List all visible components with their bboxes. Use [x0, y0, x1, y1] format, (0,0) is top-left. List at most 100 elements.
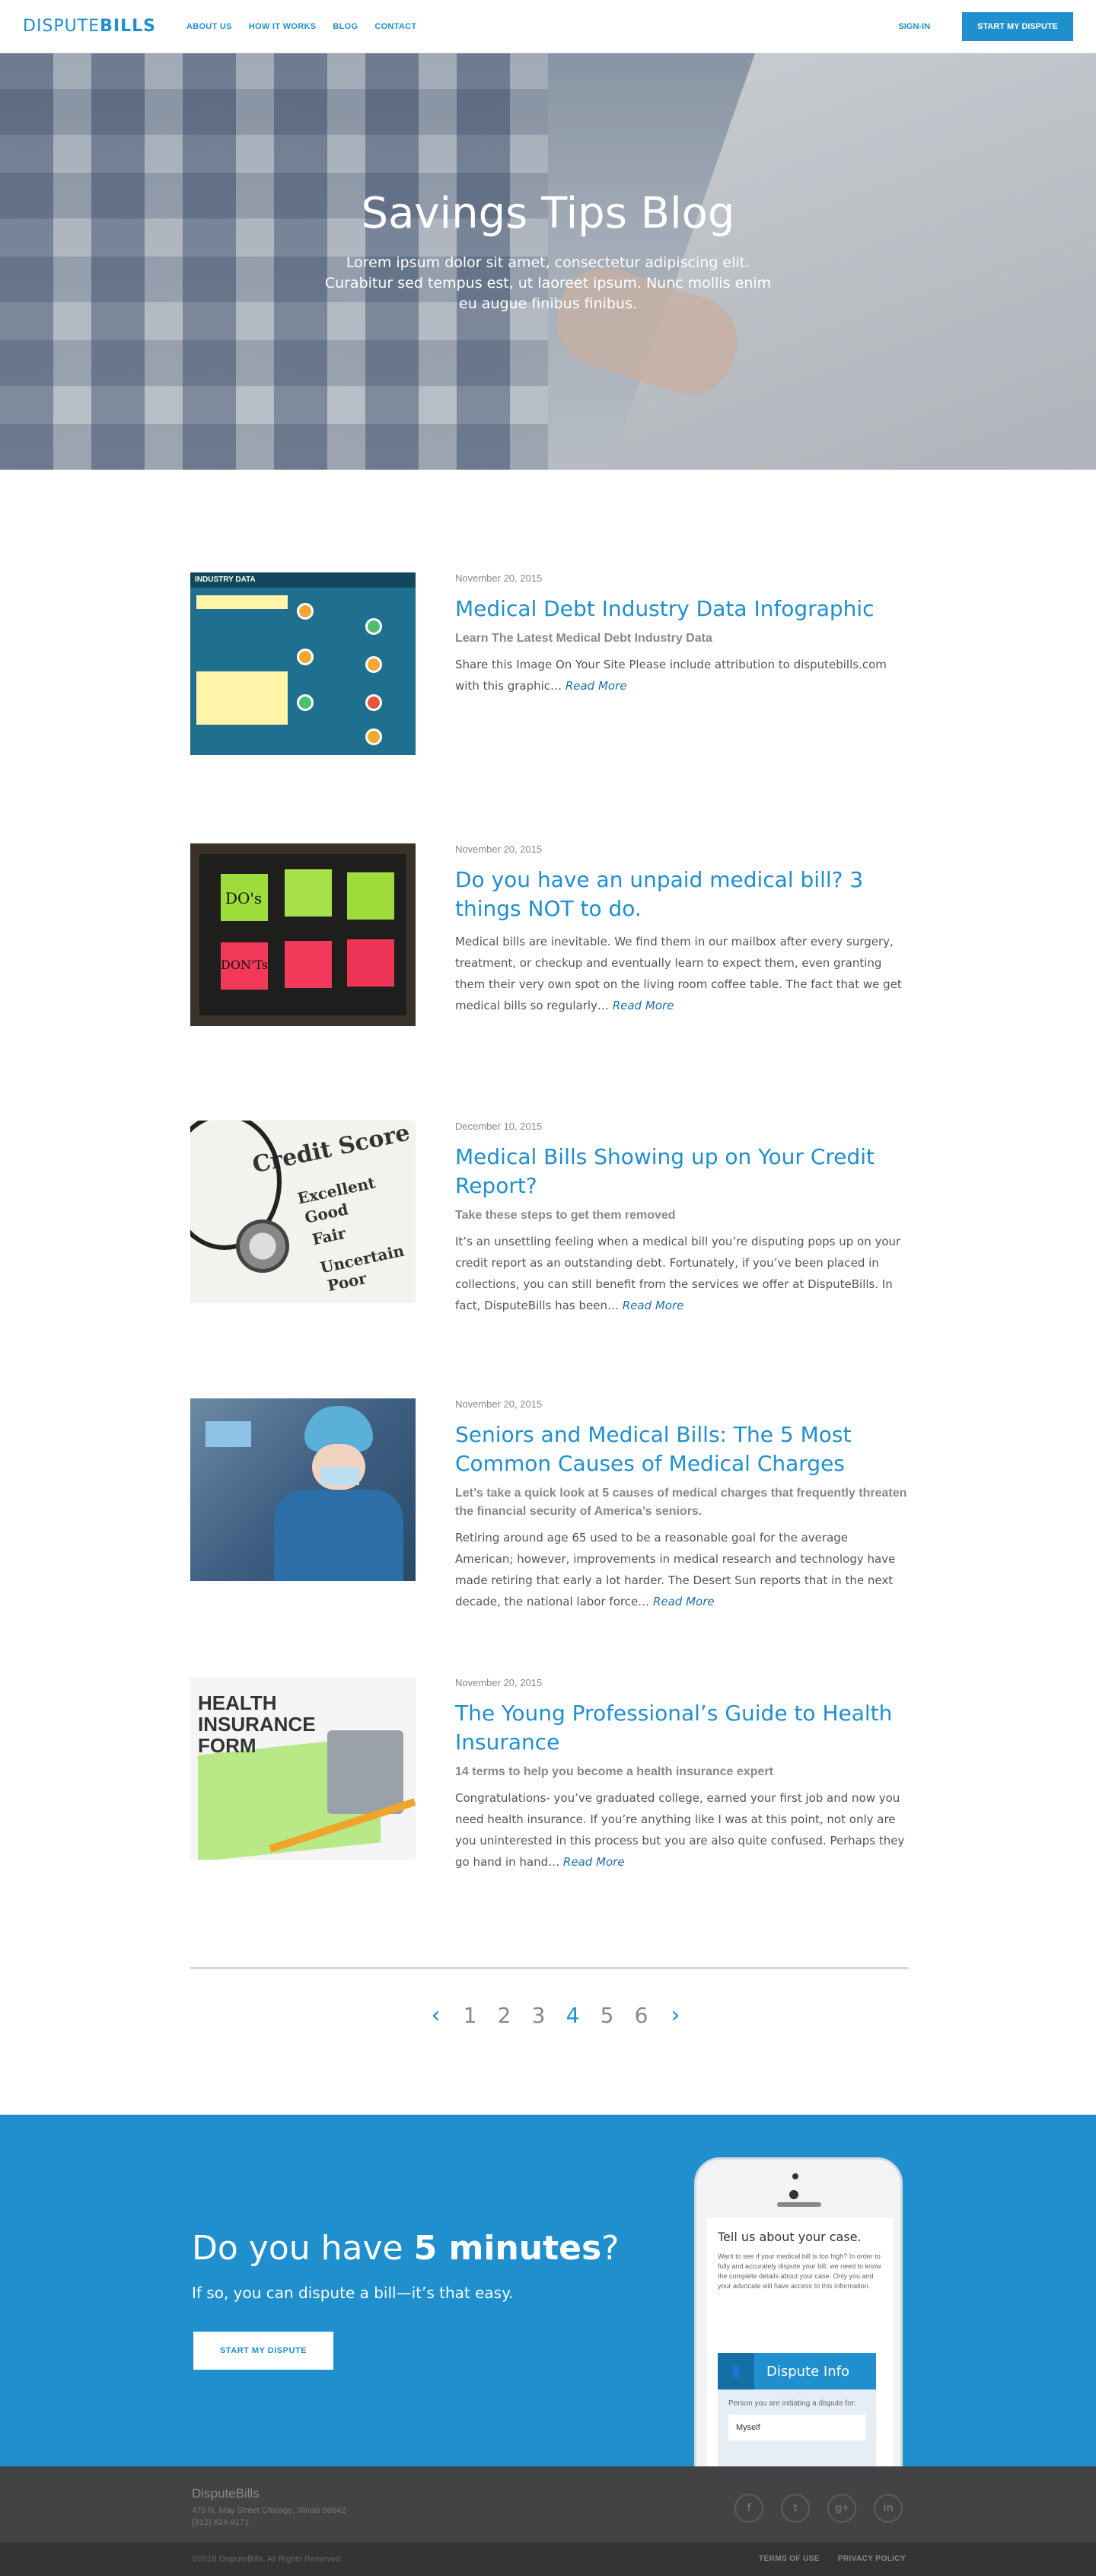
post-title[interactable]: Medical Bills Showing up on Your Credit … — [455, 1143, 909, 1200]
logo[interactable]: DISPUTEBILLS — [23, 17, 156, 36]
hero-title: Savings Tips Blog — [361, 189, 735, 238]
dos-label: DO's — [225, 889, 263, 907]
pagination-page[interactable]: 6 — [624, 2003, 658, 2028]
read-more-link[interactable]: Read More — [563, 1855, 625, 1869]
cta-heading: Do you have 5 minutes? — [192, 2229, 620, 2268]
post-date: December 10, 2015 — [455, 1121, 543, 1132]
google-plus-icon[interactable]: g+ — [827, 2494, 856, 2523]
post-thumbnail-surgeon[interactable] — [190, 1398, 416, 1581]
post-date: November 20, 2015 — [455, 1677, 543, 1688]
infographic-icon — [365, 694, 382, 711]
nav-about-us[interactable]: ABOUT US — [186, 22, 232, 31]
excerpt-text: Medical bills are inevitable. We find th… — [455, 935, 902, 1012]
insurance-form-title: HEALTH INSURANCE FORM — [198, 1691, 316, 1757]
post-excerpt: Congratulations- you’ve graduated colleg… — [455, 1787, 909, 1873]
facebook-icon[interactable]: f — [734, 2494, 763, 2523]
post-subtitle: Learn The Latest Medical Debt Industry D… — [455, 632, 712, 645]
post-title[interactable]: Seniors and Medical Bills: The 5 Most Co… — [455, 1420, 909, 1478]
cta-section: Do you have 5 minutes? If so, you can di… — [0, 2115, 1096, 2466]
site-header: DISPUTEBILLS ABOUT US HOW IT WORKS BLOG … — [0, 0, 1096, 53]
post-thumbnail-insurance-form[interactable]: HEALTH INSURANCE FORM — [190, 1677, 416, 1860]
pagination-page[interactable]: 5 — [590, 2003, 624, 2028]
surgical-gown — [274, 1490, 403, 1581]
pagination-page[interactable]: 1 — [453, 2003, 487, 2028]
cta-heading-bold: 5 minutes — [413, 2229, 602, 2268]
post-title[interactable]: The Young Professional’s Guide to Health… — [455, 1699, 909, 1757]
dispute-for-select[interactable]: Myself — [728, 2415, 865, 2441]
post-subtitle: Let’s take a quick look at 5 causes of m… — [455, 1487, 907, 1518]
sticky-note — [285, 941, 332, 988]
calculator — [327, 1730, 403, 1814]
post-body: November 20, 2015 Do you have an unpaid … — [455, 843, 909, 1016]
infographic-icon — [297, 694, 314, 711]
phone-mockup: Tell us about your case. Want to see if … — [694, 2157, 903, 2466]
phone-camera — [792, 2173, 798, 2179]
nav-how-it-works[interactable]: HOW IT WORKS — [249, 22, 317, 31]
infographic-icon — [297, 649, 314, 665]
infographic-block — [196, 595, 288, 609]
infographic-header: INDUSTRY DATA — [190, 572, 416, 588]
phone-speaker — [777, 2202, 821, 2207]
privacy-policy-link[interactable]: PRIVACY POLICY — [838, 2555, 906, 2563]
monitor-screen — [206, 1421, 251, 1447]
cta-heading-pre: Do you have — [192, 2229, 414, 2268]
post-body: November 20, 2015 The Young Professional… — [455, 1677, 909, 1873]
excerpt-text: Share this Image On Your Site Please inc… — [455, 658, 887, 693]
hero-subtitle: Lorem ipsum dolor sit amet, consectetur … — [324, 254, 772, 312]
sticky-note — [347, 872, 394, 920]
phone-question: Tell us about your case. — [718, 2230, 862, 2244]
footer-links: TERMS OF USE PRIVACY POLICY — [759, 2555, 906, 2563]
post-excerpt: Share this Image On Your Site Please inc… — [455, 654, 909, 697]
footer-brand: DisputeBills — [192, 2486, 260, 2501]
read-more-link[interactable]: Read More — [653, 1595, 715, 1608]
read-more-link[interactable]: Read More — [623, 1299, 684, 1312]
sign-in-link[interactable]: SIGN-IN — [899, 22, 931, 31]
hero: Savings Tips Blog Lorem ipsum dolor sit … — [0, 53, 1096, 470]
twitter-icon[interactable]: t — [781, 2494, 810, 2523]
post-date: November 20, 2015 — [455, 1398, 543, 1410]
logo-bold: BILLS — [100, 17, 156, 36]
pagination-page[interactable]: 3 — [521, 2003, 556, 2028]
nav-blog[interactable]: BLOG — [333, 22, 358, 31]
footer-address: 470 N. May Street Chicago, Illinois 6064… — [192, 2506, 346, 2515]
pagination-page[interactable]: 2 — [487, 2003, 521, 2028]
pagination-prev-icon[interactable]: ‹ — [419, 2002, 453, 2029]
footer-address-block: 470 N. May Street Chicago, Illinois 6064… — [192, 2504, 346, 2529]
post-title[interactable]: Medical Debt Industry Data Infographic — [455, 595, 909, 623]
pagination: ‹ 1 2 3 4 5 6 › — [419, 2002, 693, 2029]
infographic-icon — [365, 656, 382, 673]
post-body: December 10, 2015 Medical Bills Showing … — [455, 1121, 909, 1316]
terms-of-use-link[interactable]: TERMS OF USE — [759, 2555, 820, 2563]
post-subtitle: 14 terms to help you become a health ins… — [455, 1765, 773, 1778]
post-date: November 20, 2015 — [455, 572, 543, 584]
post-thumbnail-infographic[interactable]: INDUSTRY DATA — [190, 572, 416, 755]
phone-sensor — [789, 2190, 798, 2199]
pagination-page-current[interactable]: 4 — [556, 2003, 590, 2028]
post-body: November 20, 2015 Medical Debt Industry … — [455, 572, 909, 697]
cta-start-dispute-button[interactable]: START MY DISPUTE — [193, 2332, 333, 2370]
post-thumbnail-dos-donts[interactable]: DO's DON'Ts — [190, 843, 416, 1026]
post-thumbnail-credit-score[interactable]: Credit Score Excellent Good Fair Uncerta… — [190, 1121, 416, 1303]
dispute-info-title: Dispute Info — [766, 2363, 849, 2380]
footer: DisputeBills 470 N. May Street Chicago, … — [0, 2466, 1096, 2543]
pagination-divider — [190, 1967, 909, 1969]
post-title[interactable]: Do you have an unpaid medical bill? 3 th… — [455, 866, 909, 923]
infographic-icon — [365, 618, 382, 635]
pagination-next-icon[interactable]: › — [658, 2002, 693, 2029]
cta-heading-post: ? — [601, 2229, 620, 2268]
phone-description: Want to see if your medical bill is too … — [718, 2252, 881, 2290]
read-more-link[interactable]: Read More — [566, 679, 627, 693]
excerpt-text: Congratulations- you’ve graduated colleg… — [455, 1791, 905, 1869]
sticky-note — [285, 869, 332, 917]
donts-label: DON'Ts — [221, 958, 269, 972]
sticky-note — [347, 939, 394, 987]
linkedin-icon[interactable]: in — [874, 2494, 903, 2523]
footer-phone: (312) 624-9171 — [192, 2518, 250, 2527]
footer-bottom-bar: ©2016 DisputeBills. All Rights Reserved.… — [0, 2543, 1096, 2576]
credit-option: Fair — [310, 1223, 348, 1249]
nav-contact[interactable]: CONTACT — [374, 22, 416, 31]
surgical-mask — [321, 1467, 359, 1485]
read-more-link[interactable]: Read More — [613, 999, 674, 1012]
start-dispute-button[interactable]: START MY DISPUTE — [962, 11, 1073, 41]
post-excerpt: Medical bills are inevitable. We find th… — [455, 931, 909, 1016]
